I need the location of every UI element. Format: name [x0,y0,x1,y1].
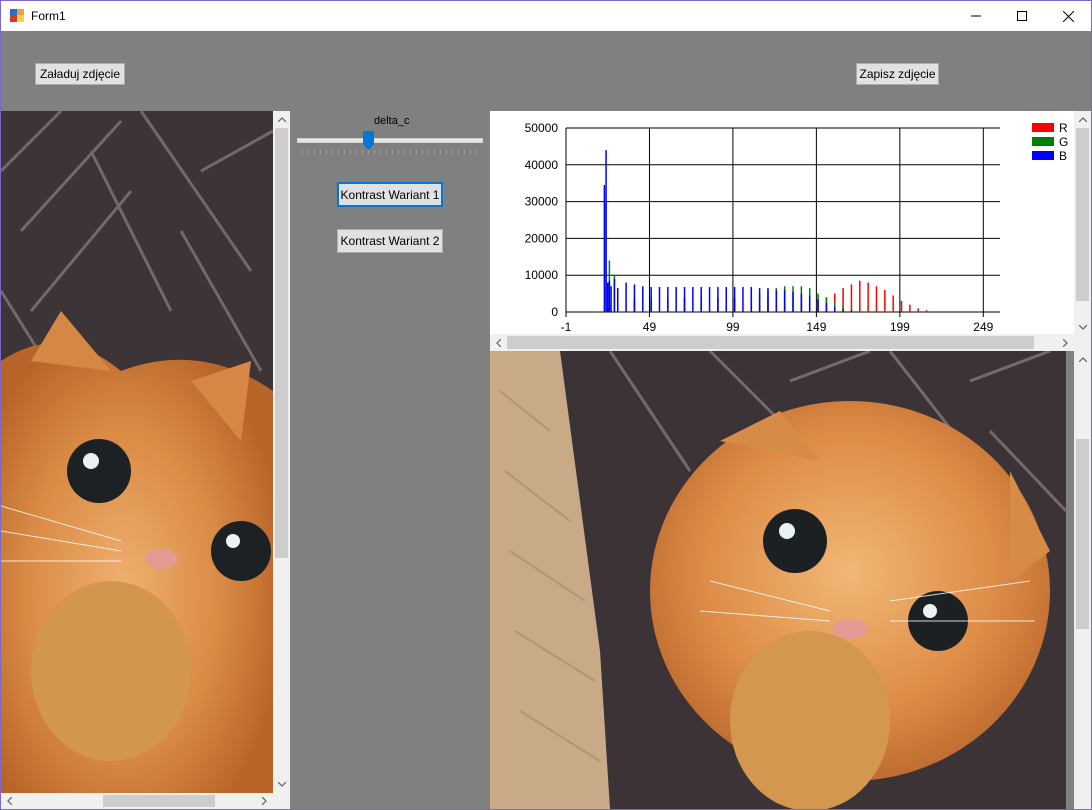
legend-label-b: B [1059,149,1067,163]
result-vertical-scrollbar[interactable] [1074,351,1091,809]
histogram-chart: 0 10000 20000 30000 40000 50000 -1 49 99 149 199 24… [525,121,1069,334]
slider-tick [374,150,375,154]
slider-tick [380,150,381,154]
scroll-up-icon[interactable] [1074,351,1091,368]
histogram-panel[interactable]: 0 10000 20000 30000 40000 50000 -1 49 99 149 199 24… [490,111,1091,351]
slider-tick [368,150,369,154]
scroll-right-icon[interactable] [1057,334,1074,351]
x-tick-label: 249 [973,320,993,334]
slider-tick [446,150,447,154]
maximize-button[interactable] [999,1,1045,31]
scroll-down-icon[interactable] [273,776,290,793]
scroll-thumb[interactable] [103,795,215,807]
slider-tick [476,150,477,154]
scroll-thumb[interactable] [275,128,288,558]
contrast-variant-2-button[interactable]: Kontrast Wariant 2 [337,229,443,253]
minimize-icon [971,15,981,17]
y-tick-label: 40000 [525,158,559,172]
slider-tick [434,150,435,154]
scroll-thumb[interactable] [1076,128,1089,301]
slider-tick [320,150,321,154]
y-tick-label: 50000 [525,121,559,135]
slider-tick [362,150,363,154]
result-image-panel[interactable] [490,351,1091,809]
scroll-left-icon[interactable] [1,793,18,809]
slider-tick [464,150,465,154]
slider-tick [308,150,309,154]
source-horizontal-scrollbar[interactable] [1,793,273,809]
slider-tick [404,150,405,154]
x-tick-label: 49 [643,320,657,334]
legend-label-g: G [1059,135,1068,149]
y-tick-label: 0 [551,305,558,319]
y-tick-label: 20000 [525,231,559,245]
y-tick-label: 10000 [525,268,559,282]
scroll-thumb[interactable] [507,336,1034,349]
scroll-up-icon[interactable] [1074,111,1091,128]
legend-label-r: R [1059,121,1068,135]
slider-thumb[interactable] [362,131,374,150]
slider-tick [428,150,429,154]
app-window: Form1 Załaduj zdjęcie Zapisz zdjęcie del… [0,0,1092,810]
window-title: Form1 [31,9,66,23]
x-tick-label: 199 [890,320,910,334]
delta-c-slider[interactable] [297,131,483,161]
result-image [490,351,1066,809]
slider-tick [356,150,357,154]
slider-tick [386,150,387,154]
slider-tick [398,150,399,154]
maximize-icon [1017,11,1027,21]
slider-tick [392,150,393,154]
scroll-up-icon[interactable] [273,111,290,128]
slider-tick [452,150,453,154]
source-vertical-scrollbar[interactable] [273,111,290,793]
app-icon [10,9,24,22]
slider-tick [314,150,315,154]
form-client-area: Załaduj zdjęcie Zapisz zdjęcie delta_c K… [1,31,1091,809]
slider-track [297,138,483,143]
scroll-right-icon[interactable] [256,793,273,809]
slider-tick [470,150,471,154]
slider-tick [350,150,351,154]
legend-swatch-r [1032,123,1054,132]
slider-tick [344,150,345,154]
slider-tick [332,150,333,154]
close-icon [1062,10,1074,22]
minimize-button[interactable] [953,1,999,31]
contrast-variant-1-button[interactable]: Kontrast Wariant 1 [337,182,443,207]
y-tick-label: 30000 [525,195,559,209]
scroll-thumb[interactable] [1076,439,1089,629]
x-tick-label: 149 [806,320,826,334]
scroll-left-icon[interactable] [490,334,507,351]
x-tick-label: -1 [561,320,572,334]
slider-tick [326,150,327,154]
close-button[interactable] [1045,1,1091,31]
slider-tick [416,150,417,154]
delta-c-label: delta_c [374,115,410,127]
load-image-button[interactable]: Załaduj zdjęcie [35,63,125,85]
slider-tick [440,150,441,154]
source-image [1,111,273,793]
title-bar: Form1 [1,1,1091,31]
save-image-button[interactable]: Zapisz zdjęcie [856,63,939,85]
histogram-vertical-scrollbar[interactable] [1074,111,1091,336]
slider-tick [410,150,411,154]
source-image-panel[interactable] [1,111,290,809]
slider-tick [338,150,339,154]
histogram-horizontal-scrollbar[interactable] [490,334,1074,351]
x-tick-label: 99 [726,320,740,334]
slider-tick [458,150,459,154]
legend-swatch-g [1032,137,1054,146]
slider-tick [302,150,303,154]
slider-tick [422,150,423,154]
legend-swatch-b [1032,151,1054,160]
